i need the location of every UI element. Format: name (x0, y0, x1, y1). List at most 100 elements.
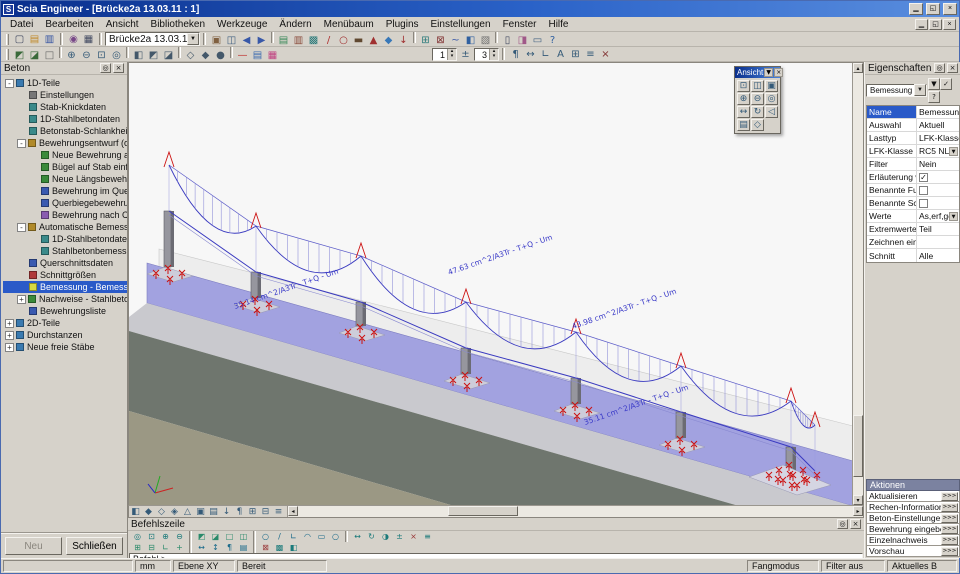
scale-spinner-1[interactable]: 1 ▴▾ (432, 48, 457, 61)
close-icon[interactable]: × (774, 68, 783, 77)
menu-werkzeuge[interactable]: Werkzeuge (211, 18, 273, 31)
cmd-grid-icon[interactable]: ⊞ (131, 543, 144, 553)
close-button[interactable]: × (943, 3, 957, 15)
cmd-node-icon[interactable]: ○ (259, 532, 272, 542)
save-project-icon[interactable]: ▥ (42, 33, 57, 46)
scale-results-icon[interactable]: ± (458, 48, 473, 61)
menu-bearbeiten[interactable]: Bearbeiten (39, 18, 99, 31)
scroll-left-icon[interactable]: ◂ (288, 506, 298, 516)
help-icon[interactable]: ? (545, 34, 560, 47)
deselect-all-icon[interactable]: □ (42, 49, 57, 62)
line-tool-icon[interactable]: / (321, 34, 336, 47)
scroll-down-icon[interactable]: ▾ (853, 495, 863, 505)
chevron-down-icon[interactable]: ▼ (187, 33, 199, 45)
zoom-window-icon[interactable]: ⊡ (94, 49, 109, 62)
chevron-down-icon[interactable]: ▼ (914, 84, 926, 96)
zoom-cut-icon[interactable]: ◫ (751, 80, 764, 92)
cmd-snap-icon[interactable]: ⊟ (145, 543, 158, 553)
action-run-button[interactable]: >>> (941, 514, 958, 523)
tree-item[interactable]: Neue Längsbewehrung auf (3, 173, 127, 185)
cmd-rotate-icon[interactable]: ↻ (365, 532, 378, 542)
close-icon[interactable]: × (113, 63, 124, 73)
paperspace-icon[interactable]: ▭ (530, 34, 545, 47)
minimize-button[interactable]: ▁ (909, 3, 923, 15)
action-run-button[interactable]: >>> (941, 525, 958, 534)
property-help-icon[interactable]: ? (928, 91, 940, 103)
cmd-deselect-icon[interactable]: □ (223, 532, 236, 542)
perspective-icon[interactable]: ◇ (751, 119, 764, 131)
property-apply-icon[interactable]: ✓ (940, 78, 952, 90)
action-run-button[interactable]: >>> (941, 503, 958, 512)
zoom-in-icon[interactable]: ⊕ (64, 49, 79, 62)
cmd-mesh-icon[interactable]: ▩ (273, 543, 286, 553)
vertical-scroll-thumb[interactable] (853, 415, 863, 477)
zoom-all-icon[interactable]: ◎ (109, 49, 124, 62)
tree-item[interactable]: +Nachweise - Stahlbetonnachw (3, 293, 127, 305)
action-run-button[interactable]: >>> (941, 536, 958, 545)
tree-item[interactable]: Bewehrung nach CAD expo (3, 209, 127, 221)
grid-toggle-icon[interactable]: ⊞ (568, 48, 583, 61)
close-toolbar-icon[interactable]: × (598, 48, 613, 61)
spinner-arrows-icon[interactable]: ▴▾ (489, 49, 498, 60)
tree-item[interactable]: Stahlbetonbemessung (3, 245, 127, 257)
mesh-icon[interactable]: ⊞ (418, 34, 433, 47)
cmd-delete-icon[interactable]: × (407, 532, 420, 542)
status-filter[interactable]: Filter aus (821, 560, 885, 572)
result-line-icon[interactable]: — (235, 49, 250, 62)
property-row[interactable]: ExtremwerteTeil (867, 223, 959, 236)
calculate-icon[interactable]: ⊠ (433, 34, 448, 47)
toolbar-grip[interactable] (6, 49, 9, 60)
close-service-button[interactable]: Schließen (66, 537, 123, 555)
tree-item[interactable]: Stab-Knickdaten (3, 101, 127, 113)
cmd-properties-icon[interactable]: ≡ (421, 532, 434, 542)
close-icon[interactable]: × (947, 63, 958, 73)
open-project-icon[interactable]: ▤ (27, 33, 42, 46)
property-row[interactable]: AuswahlAktuell (867, 119, 959, 132)
horizontal-scrollbar[interactable]: ◂ ▸ (287, 506, 863, 517)
cmd-move-icon[interactable]: ↔ (351, 532, 364, 542)
document-icon[interactable]: ▯ (500, 34, 515, 47)
status-current-layer[interactable]: Aktuelles B (887, 560, 957, 572)
property-row[interactable]: FilterNein (867, 158, 959, 171)
zoom-selection-icon[interactable]: ▣ (765, 80, 778, 92)
menu-ansicht[interactable]: Ansicht (100, 18, 145, 31)
tree-item[interactable]: -1D-Teile (3, 77, 127, 89)
zoom-in-icon[interactable]: ⊕ (737, 93, 750, 105)
tree-item[interactable]: -Bewehrungsentwurf (ohne Ber (3, 137, 127, 149)
menu-einstellungen[interactable]: Einstellungen (425, 18, 497, 31)
cmd-circle-icon[interactable]: ○ (329, 532, 342, 542)
tree-item[interactable]: Betonstab-Schlankheit (3, 125, 127, 137)
cmd-zoom-all-icon[interactable]: ◎ (131, 532, 144, 542)
property-row[interactable]: LasttypLFK-Klasse (867, 132, 959, 145)
print-icon[interactable]: ▦ (81, 33, 96, 46)
layers-icon[interactable]: ▤ (276, 34, 291, 47)
view-settings-icon[interactable]: ▤ (737, 119, 750, 131)
checkbox[interactable]: ✓ (919, 173, 928, 182)
cmd-results-icon[interactable]: ◧ (287, 543, 300, 553)
zoom-out-icon[interactable]: ⊖ (751, 93, 764, 105)
tree-item[interactable]: +2D-Teile (3, 317, 127, 329)
new-project-icon[interactable]: ▢ (12, 33, 27, 46)
restore-button[interactable]: ◱ (926, 3, 940, 15)
property-filter-icon[interactable]: ▼ (928, 78, 940, 90)
previous-view-icon[interactable]: ◁ (765, 106, 778, 118)
properties-combo[interactable]: Bemessung A ▼ (866, 84, 927, 97)
tree-item[interactable]: Bügel auf Stab einfugen (3, 161, 127, 173)
node-tool-icon[interactable]: ○ (336, 34, 351, 47)
close-icon[interactable]: × (850, 519, 861, 529)
layer-manager-icon[interactable]: ▤ (250, 49, 265, 62)
collapse-icon[interactable]: - (17, 223, 26, 232)
mdi-minimize-button[interactable]: ▁ (915, 19, 928, 30)
options-icon[interactable]: ≡ (583, 48, 598, 61)
cmd-line-icon[interactable]: / (273, 532, 286, 542)
cmd-invert-selection-icon[interactable]: ◫ (237, 532, 250, 542)
checkbox[interactable] (919, 186, 928, 195)
status-plane[interactable]: Ebene XY (173, 560, 235, 572)
tree-item[interactable]: Neue Bewehrung auf Stab (3, 149, 127, 161)
tree-item[interactable]: Einstellungen (3, 89, 127, 101)
zoom-all-icon[interactable]: ◎ (765, 93, 778, 105)
vertical-scrollbar[interactable]: ▴ ▾ (852, 63, 863, 505)
view-front-icon[interactable]: ◧ (131, 49, 146, 62)
action-run-button[interactable]: >>> (941, 492, 958, 501)
action-run-button[interactable]: >>> (941, 547, 958, 556)
